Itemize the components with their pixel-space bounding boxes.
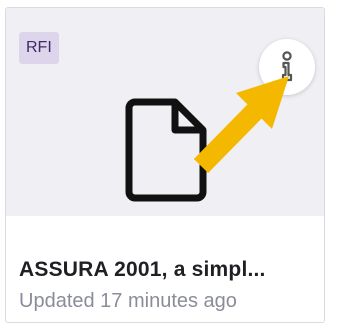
document-icon: [125, 98, 207, 202]
info-icon: [281, 51, 293, 82]
card-title[interactable]: ASSURA 2001, a simpl...: [19, 258, 315, 282]
document-card[interactable]: RFI ASSURA 2001, a simpl... Updated 17 m…: [5, 7, 325, 323]
card-updated-time: Updated 17 minutes ago: [19, 290, 237, 312]
type-badge: RFI: [19, 32, 59, 64]
card-thumbnail[interactable]: RFI: [6, 8, 324, 216]
info-button[interactable]: [259, 39, 315, 95]
